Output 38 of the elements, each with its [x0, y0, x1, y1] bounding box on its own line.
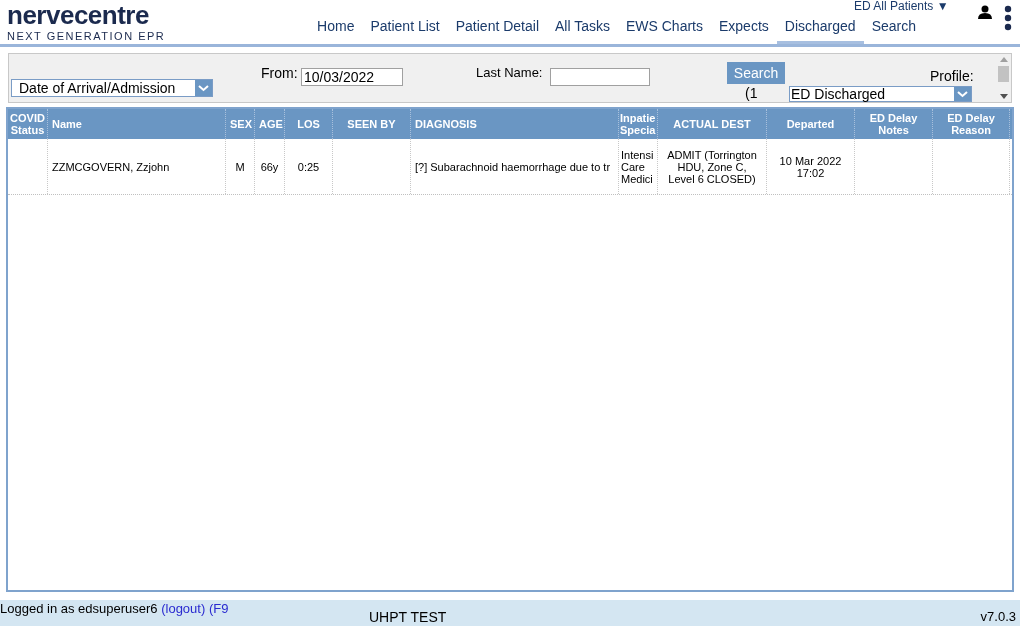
caret-icon — [195, 80, 212, 96]
more-menu-icon[interactable] — [1004, 5, 1012, 31]
scrollbar[interactable] — [997, 56, 1010, 100]
logo-wordmark: nervecentre — [7, 2, 150, 28]
scroll-down-icon[interactable] — [999, 94, 1008, 100]
last-name-label: Last Name: — [476, 64, 543, 82]
profile-label: Profile: — [930, 68, 974, 84]
logo-tagline: NEXT GENERATION EPR — [7, 29, 166, 43]
nav-tab[interactable]: Home — [309, 17, 363, 44]
from-label: From: — [261, 64, 298, 83]
nav-tab[interactable]: Patient Detail — [447, 17, 547, 44]
table-cell: ZZMCGOVERN, Zzjohn — [52, 160, 170, 173]
table-cell-text: 10 Mar 2022 17:02 — [778, 154, 843, 179]
date-type-dropdown[interactable]: Date of Arrival/Admission — [11, 79, 213, 97]
table-cell: 0:25 — [297, 160, 320, 173]
table-cell: Intensi Care Medici — [621, 148, 654, 185]
nav-tab[interactable]: EWS Charts — [618, 17, 711, 44]
result-count: (1 — [745, 85, 758, 101]
nav-tab[interactable]: All Tasks — [547, 17, 618, 44]
table-cell: 66y — [260, 160, 279, 173]
user-icon[interactable] — [978, 5, 992, 19]
table-cell: ADMIT (Torrington HDU, Zone C, Level 6 CLOSED) — [667, 148, 757, 185]
nav-tab[interactable]: Expects — [711, 17, 777, 44]
logout-link[interactable]: (logout) — [161, 601, 206, 616]
profile-dropdown[interactable]: ED Discharged — [789, 86, 972, 102]
table-cell: [?] Subarachnoid haemorrhage due to tr — [415, 160, 611, 173]
table-row[interactable]: ZZMCGOVERN, Zzjohn M 66y 0:25 [?] Subarachnoid haemorrhage due to tr Intensi Care Medici ADMIT (Torrington HDU, Zone C, Level 6 CLOSED) 10 Mar 2022 17:02 — [8, 139, 1012, 195]
login-status: Logged in as edsuperuser6 — [0, 601, 158, 616]
environment-label: UHPT TEST — [369, 610, 447, 624]
version-label: v7.0.3 — [980, 610, 1016, 624]
table-cell: M — [235, 160, 245, 173]
from-date-field[interactable]: 10/03/2022 — [301, 68, 403, 86]
nav-tab[interactable]: Patient List — [362, 17, 448, 44]
caret-icon — [954, 87, 971, 101]
nav-tab[interactable]: Search — [863, 17, 924, 44]
ward-selector[interactable]: ED All Patients ▼ — [854, 0, 949, 13]
last-name-field[interactable] — [550, 68, 650, 86]
lock-link[interactable]: (F9 — [208, 601, 229, 616]
